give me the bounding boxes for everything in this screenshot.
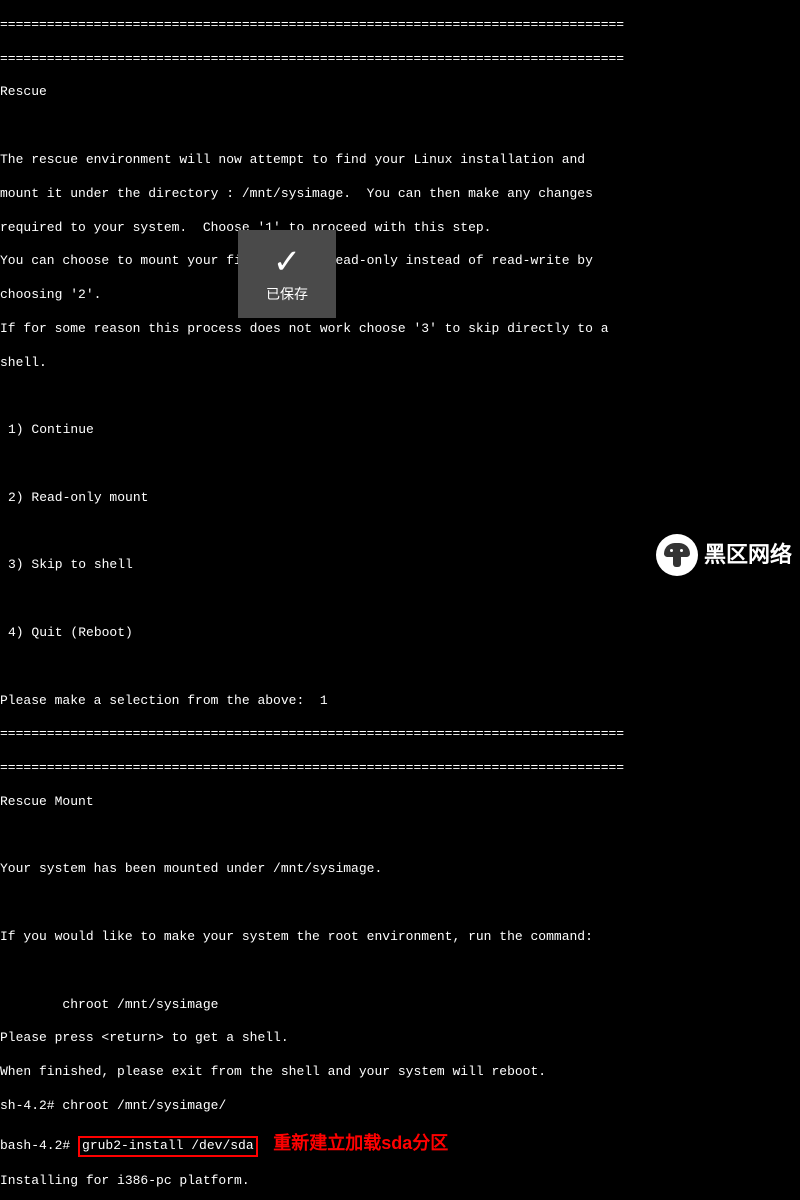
shell-prompt: bash-4.2# xyxy=(0,1138,78,1153)
rescue-body: mount it under the directory : /mnt/sysi… xyxy=(0,186,800,203)
terminal-output: ========================================… xyxy=(0,0,800,1200)
mushroom-icon xyxy=(656,534,698,576)
shell-prompt: sh-4.2# xyxy=(0,1098,62,1113)
watermark: 黑区网络 xyxy=(656,534,792,576)
rescue-body: You can choose to mount your file system… xyxy=(0,253,800,270)
rescue-body: required to your system. Choose '1' to p… xyxy=(0,220,800,237)
mount-body: Please press <return> to get a shell. xyxy=(0,1030,800,1047)
rescue-title: Rescue xyxy=(0,84,800,101)
shell-command: chroot /mnt/sysimage/ xyxy=(62,1098,226,1113)
blank-line xyxy=(0,456,800,473)
shell-command: grub2-install /dev/sda xyxy=(82,1138,254,1153)
option-readonly[interactable]: 2) Read-only mount xyxy=(0,490,800,507)
install-output: Installing for i386-pc platform. xyxy=(0,1173,800,1190)
separator: ========================================… xyxy=(0,726,800,743)
mount-body: When finished, please exit from the shel… xyxy=(0,1064,800,1081)
rescue-body: If for some reason this process does not… xyxy=(0,321,800,338)
rescue-body: The rescue environment will now attempt … xyxy=(0,152,800,169)
selection-prompt[interactable]: Please make a selection from the above: … xyxy=(0,693,800,710)
rescue-body: choosing '2'. xyxy=(0,287,800,304)
toast-label: 已保存 xyxy=(266,285,308,303)
shell-line[interactable]: sh-4.2# chroot /mnt/sysimage/ xyxy=(0,1098,800,1115)
chroot-command: chroot /mnt/sysimage xyxy=(0,997,800,1014)
separator: ========================================… xyxy=(0,17,800,34)
option-continue[interactable]: 1) Continue xyxy=(0,422,800,439)
mount-body: If you would like to make your system th… xyxy=(0,929,800,946)
blank-line xyxy=(0,118,800,135)
separator: ========================================… xyxy=(0,760,800,777)
option-quit[interactable]: 4) Quit (Reboot) xyxy=(0,625,800,642)
blank-line xyxy=(0,963,800,980)
separator: ========================================… xyxy=(0,51,800,68)
mount-title: Rescue Mount xyxy=(0,794,800,811)
blank-line xyxy=(0,659,800,676)
blank-line xyxy=(0,828,800,845)
check-icon: ✓ xyxy=(273,245,302,279)
mount-body: Your system has been mounted under /mnt/… xyxy=(0,861,800,878)
watermark-text: 黑区网络 xyxy=(704,541,792,570)
grub-install-highlight: grub2-install /dev/sda xyxy=(78,1136,258,1157)
saved-toast: ✓ 已保存 xyxy=(238,230,336,318)
blank-line xyxy=(0,895,800,912)
annotation-text: 重新建立加载sda分区 xyxy=(273,1133,448,1153)
blank-line xyxy=(0,388,800,405)
shell-line[interactable]: bash-4.2# grub2-install /dev/sda 重新建立加载s… xyxy=(0,1132,800,1157)
rescue-body: shell. xyxy=(0,355,800,372)
